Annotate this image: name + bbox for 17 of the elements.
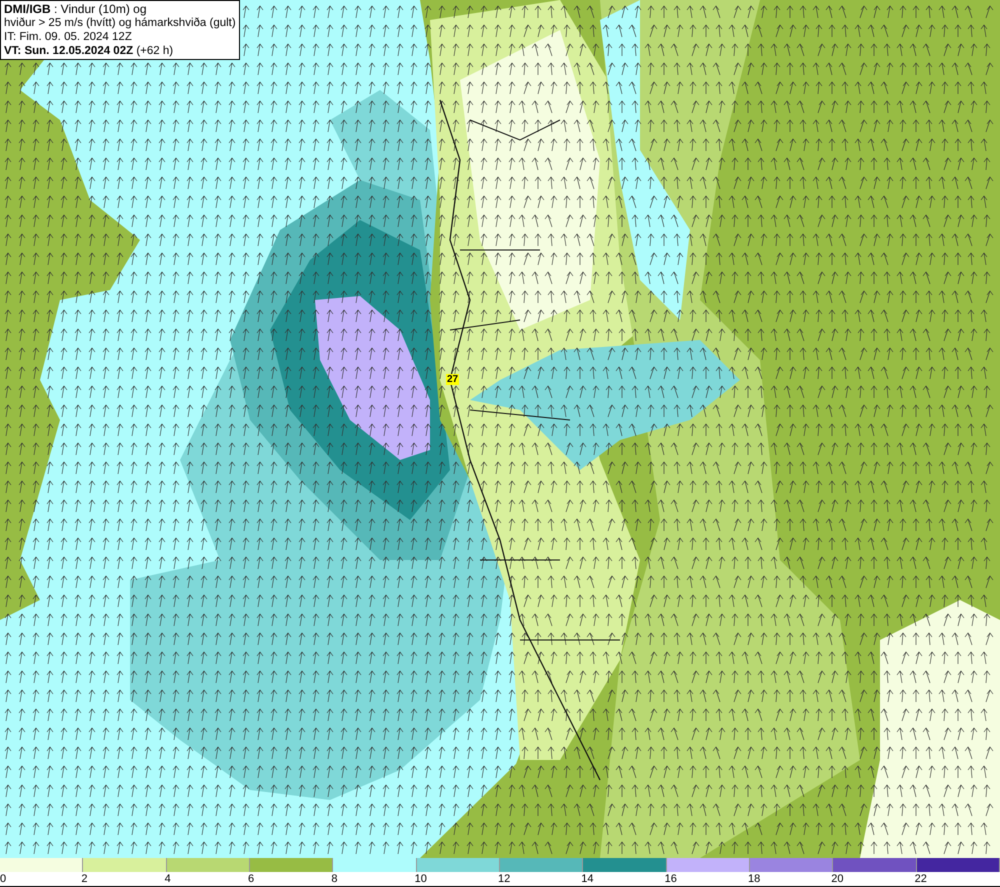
legend-label: 20 bbox=[831, 872, 844, 886]
legend-label: 14 bbox=[581, 872, 594, 886]
legend-label: 16 bbox=[664, 872, 677, 886]
gust-label: 27 bbox=[446, 374, 460, 385]
title-line: DMI/IGB : Vindur (10m) og bbox=[4, 2, 148, 16]
legend-label: 0 bbox=[0, 872, 6, 886]
legend-label: 18 bbox=[748, 872, 760, 886]
title-line: hviður > 25 m/s (hvítt) og hámarkshviða (gult) bbox=[4, 16, 236, 30]
legend-label: 12 bbox=[498, 872, 510, 886]
legend-label: 8 bbox=[331, 872, 338, 886]
legend-label: 6 bbox=[248, 872, 254, 886]
legend-label: 4 bbox=[164, 872, 171, 886]
title-line: VT: Sun. 12.05.2024 02Z (+62 h) bbox=[4, 44, 174, 58]
legend-label: 22 bbox=[914, 872, 927, 886]
legend-label: 2 bbox=[81, 872, 88, 886]
legend-label: 10 bbox=[414, 872, 427, 886]
title-line: IT: Fim. 09. 05. 2024 12Z bbox=[4, 30, 133, 44]
